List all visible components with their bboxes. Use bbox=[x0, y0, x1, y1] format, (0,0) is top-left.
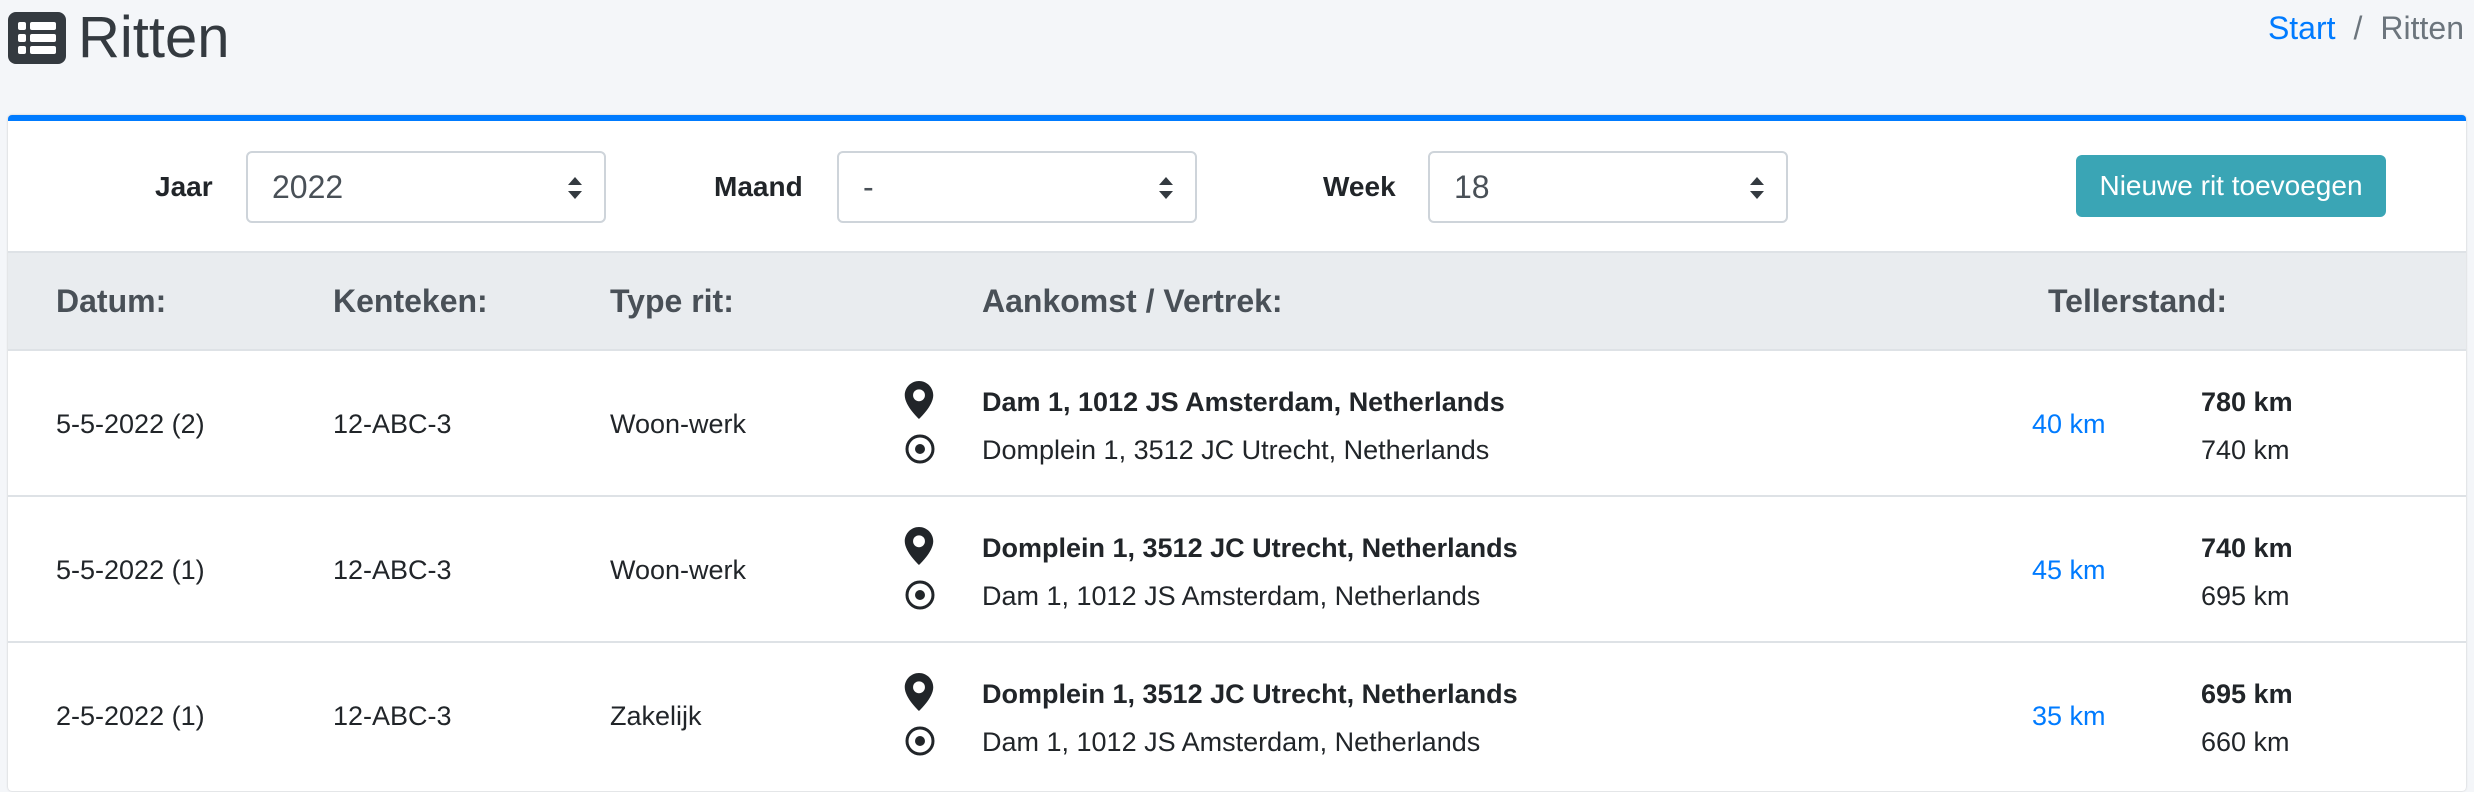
target-icon bbox=[905, 434, 935, 464]
departure-address: Domplein 1, 3512 JC Utrecht, Netherlands bbox=[982, 435, 1490, 465]
license-plate: 12-ABC-3 bbox=[333, 555, 452, 585]
column-header-date: Datum: bbox=[56, 283, 167, 319]
odometer-end: 740 km bbox=[2201, 533, 2293, 563]
sort-arrows-icon bbox=[568, 177, 582, 199]
map-marker-icon bbox=[904, 527, 934, 565]
ride-type: Woon-werk bbox=[610, 409, 747, 439]
odometer-start: 695 km bbox=[2201, 581, 2290, 611]
license-plate: 12-ABC-3 bbox=[333, 701, 452, 731]
sort-arrows-icon bbox=[1750, 177, 1764, 199]
arrival-address: Domplein 1, 3512 JC Utrecht, Netherlands bbox=[982, 533, 1518, 563]
week-label: Week bbox=[1323, 171, 1396, 202]
breadcrumb-start-link[interactable]: Start bbox=[2268, 10, 2336, 47]
odometer-start: 740 km bbox=[2201, 435, 2290, 465]
target-icon bbox=[905, 580, 935, 610]
month-select-value: - bbox=[863, 169, 874, 205]
add-ride-button[interactable]: Nieuwe rit toevoegen bbox=[2076, 155, 2386, 217]
column-header-type: Type rit: bbox=[610, 283, 734, 319]
month-label: Maand bbox=[714, 171, 803, 202]
table-row[interactable]: 5-5-2022 (2) 12-ABC-3 Woon-werk Dam 1, 1… bbox=[8, 351, 2466, 497]
table-header: Datum: Kenteken: Type rit: Aankomst / Ve… bbox=[8, 251, 2466, 351]
distance-link[interactable]: 40 km bbox=[2032, 409, 2106, 440]
license-plate: 12-ABC-3 bbox=[333, 409, 452, 439]
title-wrap: Ritten bbox=[8, 8, 230, 68]
year-label: Jaar bbox=[155, 171, 213, 202]
ride-date: 5-5-2022 (2) bbox=[56, 409, 205, 439]
list-icon bbox=[8, 12, 66, 64]
week-select[interactable]: 18 bbox=[1428, 151, 1788, 223]
odometer-end: 695 km bbox=[2201, 679, 2293, 709]
column-header-plate: Kenteken: bbox=[333, 283, 488, 319]
arrival-address: Dam 1, 1012 JS Amsterdam, Netherlands bbox=[982, 387, 1505, 417]
ride-type: Zakelijk bbox=[610, 701, 702, 731]
column-header-route: Aankomst / Vertrek: bbox=[982, 283, 1283, 319]
ride-date: 5-5-2022 (1) bbox=[56, 555, 205, 585]
arrival-address: Domplein 1, 3512 JC Utrecht, Netherlands bbox=[982, 679, 1518, 709]
month-select[interactable]: - bbox=[837, 151, 1197, 223]
departure-address: Dam 1, 1012 JS Amsterdam, Netherlands bbox=[982, 581, 1481, 611]
breadcrumb: Start / Ritten bbox=[2268, 10, 2464, 47]
year-select[interactable]: 2022 bbox=[246, 151, 606, 223]
page-header: Ritten Start / Ritten bbox=[8, 0, 2468, 80]
distance-link[interactable]: 45 km bbox=[2032, 555, 2106, 586]
distance-link[interactable]: 35 km bbox=[2032, 701, 2106, 732]
rides-card: Jaar 2022 Maand - Week 18 Nieuwe rit toe… bbox=[8, 115, 2466, 791]
page-title: Ritten bbox=[78, 5, 230, 70]
odometer-start: 660 km bbox=[2201, 727, 2290, 757]
departure-address: Dam 1, 1012 JS Amsterdam, Netherlands bbox=[982, 727, 1481, 757]
target-icon bbox=[905, 726, 935, 756]
ride-date: 2-5-2022 (1) bbox=[56, 701, 205, 731]
table-row[interactable]: 2-5-2022 (1) 12-ABC-3 Zakelijk Domplein … bbox=[8, 643, 2466, 789]
breadcrumb-separator: / bbox=[2353, 10, 2363, 46]
ride-type: Woon-werk bbox=[610, 555, 747, 585]
map-marker-icon bbox=[904, 381, 934, 419]
sort-arrows-icon bbox=[1159, 177, 1173, 199]
week-select-value: 18 bbox=[1454, 169, 1490, 205]
column-header-odometer: Tellerstand: bbox=[2048, 283, 2227, 319]
odometer-end: 780 km bbox=[2201, 387, 2293, 417]
year-select-value: 2022 bbox=[272, 169, 344, 205]
breadcrumb-current: Ritten bbox=[2380, 10, 2464, 46]
map-marker-icon bbox=[904, 673, 934, 711]
table-row[interactable]: 5-5-2022 (1) 12-ABC-3 Woon-werk Domplein… bbox=[8, 497, 2466, 643]
filter-bar: Jaar 2022 Maand - Week 18 Nieuwe rit toe… bbox=[8, 121, 2466, 251]
